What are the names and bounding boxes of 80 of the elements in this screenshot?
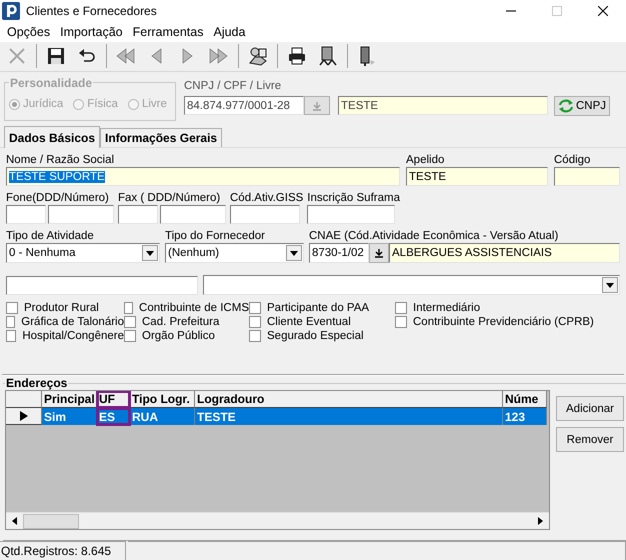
menu-item[interactable]: Ferramentas — [128, 24, 208, 39]
document-field[interactable]: 84.874.977/0001-28 — [184, 96, 304, 116]
checkbox[interactable]: Cliente Eventual — [249, 316, 395, 328]
scroll-right-icon[interactable] — [538, 517, 543, 526]
status-text: Qtd.Registros: 8.645 — [0, 541, 126, 560]
group-title: Endereços — [5, 376, 68, 390]
text-input[interactable] — [6, 276, 198, 296]
column-header[interactable]: Núme — [503, 391, 547, 408]
field-label: Código — [554, 154, 592, 166]
field-label: CNPJ / CPF / Livre — [184, 80, 282, 92]
field-label: Nome / Razão Social — [6, 154, 116, 166]
nickname-input[interactable]: TESTE — [406, 167, 548, 186]
checkbox[interactable]: Contribuinte de ICMS — [124, 302, 249, 314]
cnae-description-field[interactable]: ALBERGUES ASSISTENCIAIS — [389, 243, 620, 264]
table-cell: RUA — [130, 408, 195, 426]
window-title: Clientes e Fornecedores — [26, 4, 158, 18]
table-cell: ES — [97, 408, 130, 426]
checkbox[interactable]: Intermediário — [395, 302, 620, 314]
field-label: Cód.Ativ.GISS — [230, 192, 304, 204]
column-header[interactable]: Tipo Logr. — [130, 391, 195, 408]
field-label: Inscrição Suframa — [307, 192, 400, 204]
close-icon — [598, 6, 608, 16]
tab[interactable]: Dados Básicos — [4, 126, 100, 148]
caret-icon — [146, 250, 154, 256]
action-button[interactable]: Adicionar — [556, 396, 624, 422]
table-cell: TESTE — [195, 408, 503, 426]
table-cell: 123 — [503, 408, 547, 426]
download-arrow-icon — [312, 100, 322, 111]
name-input[interactable]: TESTE SUPORTE — [6, 167, 400, 186]
menu-item[interactable]: Importação — [55, 24, 128, 39]
field-label: CNAE (Cód.Atividade Econômica - Versão Atual) — [309, 230, 560, 242]
row-header[interactable] — [6, 408, 42, 426]
checkbox[interactable]: Orgão Público — [124, 330, 249, 342]
cnpj-button[interactable]: CNPJ — [554, 96, 610, 116]
caret-icon — [290, 250, 298, 256]
cnae-code-input[interactable]: 8730-1/02 — [309, 243, 369, 264]
checkbox[interactable]: Produtor Rural — [6, 302, 124, 314]
column-header[interactable]: UF — [97, 391, 130, 408]
field-label: Fax ( DDD/Número) — [118, 192, 222, 204]
giss-input[interactable] — [230, 205, 300, 224]
supplier-type-select[interactable]: (Nenhum) — [165, 243, 304, 264]
suframa-input[interactable] — [307, 205, 396, 224]
checkbox[interactable]: Contribuinte Previdenciário (CPRB) — [395, 316, 620, 328]
scrollbar-thumb[interactable] — [23, 514, 79, 529]
name-field[interactable]: TESTE — [338, 96, 548, 116]
field-label: Fone(DDD/Número) — [6, 192, 110, 204]
checkbox[interactable]: Cad. Prefeitura — [124, 316, 249, 328]
checkbox[interactable]: Hospital/Congênere — [6, 330, 124, 342]
column-header[interactable]: Principal — [42, 391, 97, 408]
table-cell: Sim — [42, 408, 97, 426]
checkbox[interactable]: Participante do PAA — [249, 302, 395, 314]
horizontal-scrollbar[interactable] — [6, 512, 549, 530]
fax-input[interactable] — [160, 205, 226, 224]
maximize-icon — [552, 6, 562, 16]
lookup-button[interactable] — [369, 243, 389, 264]
refresh-icon — [558, 98, 574, 113]
area-code-input[interactable] — [6, 205, 46, 224]
menu-item[interactable]: Ajuda — [208, 24, 250, 39]
column-header[interactable]: Logradouro — [195, 391, 503, 408]
tab[interactable]: Informações Gerais — [100, 128, 222, 148]
area-code-input[interactable] — [118, 205, 158, 224]
activity-select[interactable]: 0 - Nenhuma — [6, 243, 160, 264]
printer-icon — [286, 45, 308, 68]
row-pointer-icon — [20, 411, 28, 422]
download-arrow-icon — [374, 248, 384, 258]
field-label: Apelido — [406, 154, 446, 166]
phone-input[interactable] — [48, 205, 114, 224]
checkbox[interactable]: Segurado Especial — [249, 330, 395, 342]
menu-item[interactable]: Opções — [2, 24, 56, 39]
scroll-left-icon[interactable] — [12, 517, 17, 526]
caret-icon — [606, 282, 614, 288]
dropdown-select[interactable] — [202, 275, 620, 296]
checkbox[interactable]: Gráfica de Talonário — [6, 316, 124, 328]
document-icon — [317, 45, 339, 68]
field-label: Tipo de Atividade — [6, 230, 95, 242]
people-icon — [247, 45, 269, 68]
group-title: Personalidade — [9, 76, 94, 90]
code-input[interactable] — [554, 167, 620, 186]
action-button[interactable]: Remover — [556, 427, 624, 452]
field-label: Tipo do Fornecedor — [165, 230, 266, 242]
